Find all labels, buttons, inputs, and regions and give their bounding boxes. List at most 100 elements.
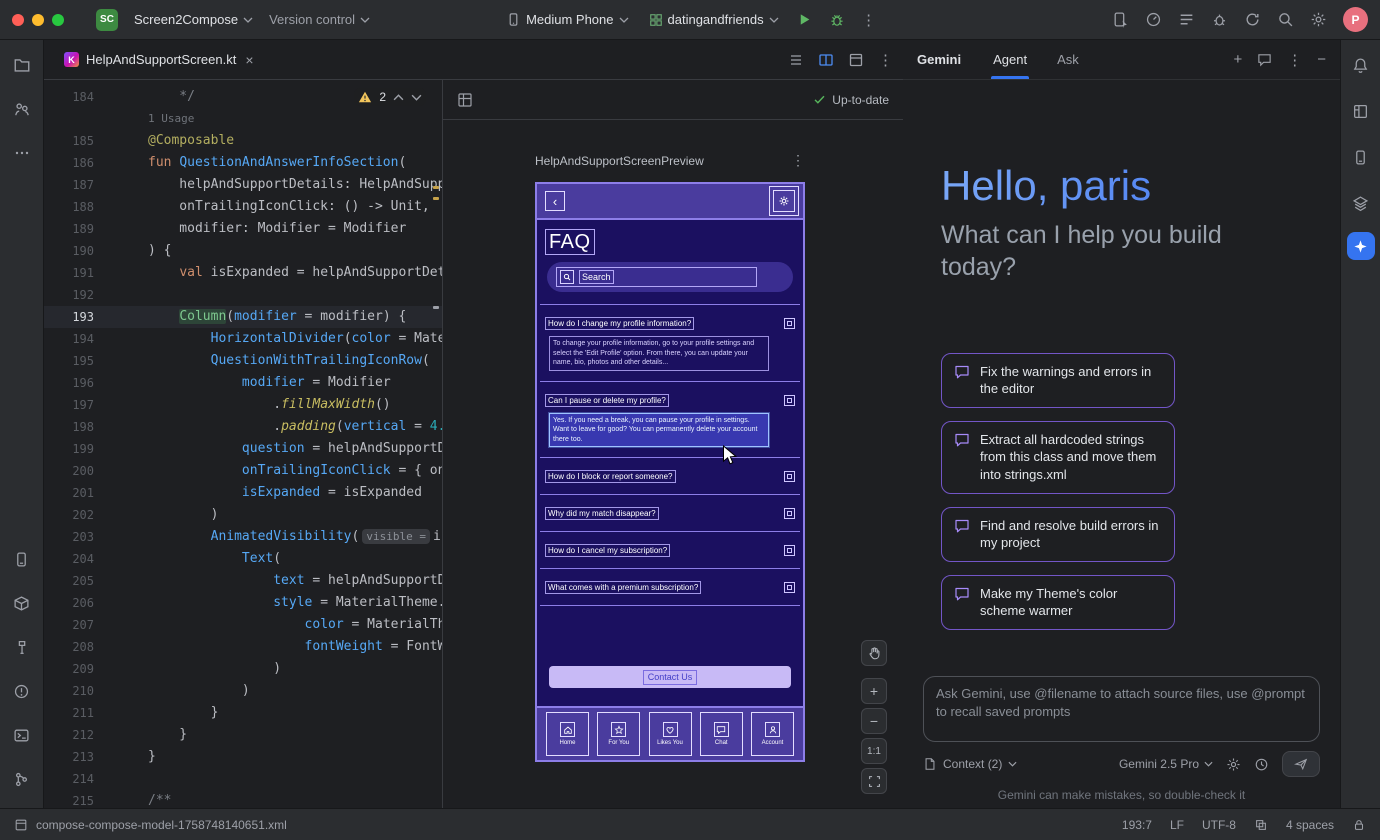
app-quality-insights-icon[interactable] [1211,11,1228,28]
conversations-icon[interactable] [1257,52,1272,67]
file-encoding[interactable]: UTF-8 [1202,818,1236,832]
device-selector[interactable]: Medium Phone [498,7,636,32]
code-line[interactable]: 210 ) [44,680,442,702]
close-tab-icon[interactable]: × [245,52,253,68]
faq-item[interactable]: Why did my match disappear? [537,494,803,531]
editor-tab[interactable]: K HelpAndSupportScreen.kt × [54,40,264,79]
code-line[interactable]: 192 [44,284,442,306]
project-selector[interactable]: Screen2Compose [126,7,261,32]
suggestion-card[interactable]: Make my Theme's color scheme warmer [941,575,1175,630]
history-clock-icon[interactable] [1254,757,1269,772]
back-button[interactable]: ‹ [545,191,565,211]
layout-mode-icon[interactable] [1254,818,1268,832]
split-view-icon[interactable] [818,52,834,68]
faq-item[interactable]: How do I block or report someone? [537,457,803,494]
maximize-window-button[interactable] [52,14,64,26]
code-line[interactable]: 208 fontWeight = FontWeight [44,636,442,658]
code-line[interactable]: 196 modifier = Modifier [44,372,442,394]
preview-kebab-icon[interactable]: ⋮ [791,152,805,169]
model-selector[interactable]: Gemini 2.5 Pro [1119,757,1213,771]
code-line[interactable]: 206 style = MaterialTheme.typogr [44,592,442,614]
profile-avatar[interactable]: P [1343,7,1368,32]
suggestion-card[interactable]: Fix the warnings and errors in the edito… [941,353,1175,408]
preview-canvas[interactable]: HelpAndSupportScreenPreview ⋮ ‹ FAQ [443,120,903,808]
phone-preview[interactable]: ‹ FAQ Search How do I change my profile [535,182,805,762]
code-line[interactable]: 205 text = helpAndSupportDetails [44,570,442,592]
code-line[interactable]: 198 .padding(vertical = 4.dp), [44,416,442,438]
expand-toggle-icon[interactable] [784,545,795,556]
device-manager-icon[interactable] [1344,140,1378,174]
code-line[interactable]: 207 color = MaterialTheme.co [44,614,442,636]
statusbar-file[interactable]: compose-compose-model-1758748140651.xml [36,818,287,832]
phone-settings-gear-icon[interactable] [773,190,795,212]
dependencies-icon[interactable] [5,586,39,620]
pan-tool-button[interactable] [861,640,887,666]
indent-setting[interactable]: 4 spaces [1286,818,1334,832]
nav-item-for-you[interactable]: For You [597,712,640,756]
run-config-selector[interactable]: datingandfriends [641,7,787,32]
nav-item-account[interactable]: Account [751,712,794,756]
code-line[interactable]: 213} [44,746,442,768]
suggestion-card[interactable]: Find and resolve build errors in my proj… [941,507,1175,562]
gradle-sync-icon[interactable] [1244,11,1261,28]
faq-item[interactable]: How do I change my profile information?T… [537,304,803,371]
gemini-kebab-icon[interactable]: ⋮ [1287,51,1302,69]
editor-kebab-icon[interactable]: ⋮ [878,51,893,69]
code-line[interactable]: 193 Column(modifier = modifier) { [44,306,442,328]
nav-item-chat[interactable]: Chat [700,712,743,756]
more-tool-windows-icon[interactable] [5,136,39,170]
git-icon[interactable] [5,762,39,796]
vcs-selector[interactable]: Version control [261,7,378,32]
code-line[interactable]: 200 onTrailingIconClick = { onTrailingIc [44,460,442,482]
zoom-reset-button[interactable]: 1:1 [861,738,887,764]
code-line[interactable]: 197 .fillMaxWidth() [44,394,442,416]
design-view-icon[interactable] [848,52,864,68]
expand-toggle-icon[interactable] [784,471,795,482]
close-window-button[interactable] [12,14,24,26]
contact-us-button[interactable]: Contact Us [549,666,791,688]
code-line[interactable]: 214 [44,768,442,790]
faq-item[interactable]: What comes with a premium subscription? [537,568,803,605]
code-line[interactable]: 201 isExpanded = isExpanded [44,482,442,504]
inspections-widget[interactable]: 2 [354,88,426,106]
build-icon[interactable] [5,630,39,664]
problems-icon[interactable] [5,674,39,708]
expand-toggle-icon[interactable] [784,318,795,329]
code-line[interactable]: 191 val isExpanded = helpAndSupportDetai… [44,262,442,284]
profiler-icon[interactable] [1145,11,1162,28]
settings-gear-icon[interactable] [1310,11,1327,28]
code-line[interactable]: 203 AnimatedVisibility(visible =isExpand… [44,526,442,548]
next-warning-icon[interactable] [411,94,422,101]
code-editor[interactable]: 2 184 */1 Usage185@Composable186fun Ques… [44,80,443,808]
nav-item-home[interactable]: Home [546,712,589,756]
code-line[interactable]: 194 HorizontalDivider(color = MaterialTh… [44,328,442,350]
expand-toggle-icon[interactable] [784,395,795,406]
suggestion-card[interactable]: Extract all hardcoded strings from this … [941,421,1175,494]
pull-requests-icon[interactable] [5,92,39,126]
expand-toggle-icon[interactable] [784,508,795,519]
notifications-bell-icon[interactable] [1344,48,1378,82]
lock-icon[interactable] [1352,818,1366,832]
code-line[interactable]: 188 onTrailingIconClick: () -> Unit, [44,196,442,218]
zoom-to-fit-icon[interactable] [861,768,887,794]
run-button[interactable] [791,6,819,34]
code-line[interactable]: 215/** [44,790,442,808]
code-line[interactable]: 209 ) [44,658,442,680]
phone-search-bar[interactable]: Search [547,262,793,292]
tab-ask[interactable]: Ask [1055,40,1081,79]
gemini-toolwindow-button[interactable] [1347,232,1375,260]
code-line[interactable]: 204 Text( [44,548,442,570]
code-line[interactable]: 199 question = helpAndSupportDetails [44,438,442,460]
resource-manager-icon[interactable] [1344,186,1378,220]
context-selector[interactable]: Context (2) [923,757,1017,771]
zoom-in-button[interactable]: + [861,678,887,704]
code-line[interactable]: 195 QuestionWithTrailingIconRow( [44,350,442,372]
code-view-icon[interactable] [788,52,804,68]
faq-item[interactable]: How do I cancel my subscription? [537,531,803,568]
code-line[interactable]: 187 helpAndSupportDetails: HelpAndSuppor… [44,174,442,196]
search-icon[interactable] [1277,11,1294,28]
send-button[interactable] [1282,751,1320,777]
nav-item-likes-you[interactable]: Likes You [649,712,692,756]
hide-panel-icon[interactable]: − [1317,51,1326,68]
caret-position[interactable]: 193:7 [1122,818,1152,832]
